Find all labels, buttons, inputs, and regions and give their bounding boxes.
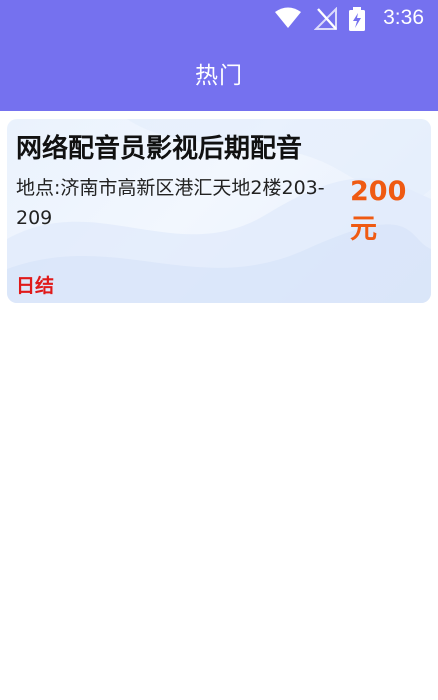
page-title: 热门 xyxy=(195,63,243,89)
no-signal-icon xyxy=(314,7,337,30)
app-bar: 3:36 热门 xyxy=(0,0,438,111)
wifi-icon xyxy=(275,7,301,28)
status-bar: 3:36 xyxy=(0,0,438,36)
job-location: 地点:济南市高新区港汇天地2楼203-209 xyxy=(16,177,325,229)
job-title: 网络配音员影视后期配音 xyxy=(16,134,303,164)
battery-charging-icon xyxy=(349,7,365,31)
job-card[interactable]: 网络配音员影视后期配音 地点:济南市高新区港汇天地2楼203-209 200元 … xyxy=(7,119,431,303)
job-salary: 200元 xyxy=(350,176,407,245)
status-time: 3:36 xyxy=(383,6,424,29)
job-tag: 日结 xyxy=(16,275,55,297)
